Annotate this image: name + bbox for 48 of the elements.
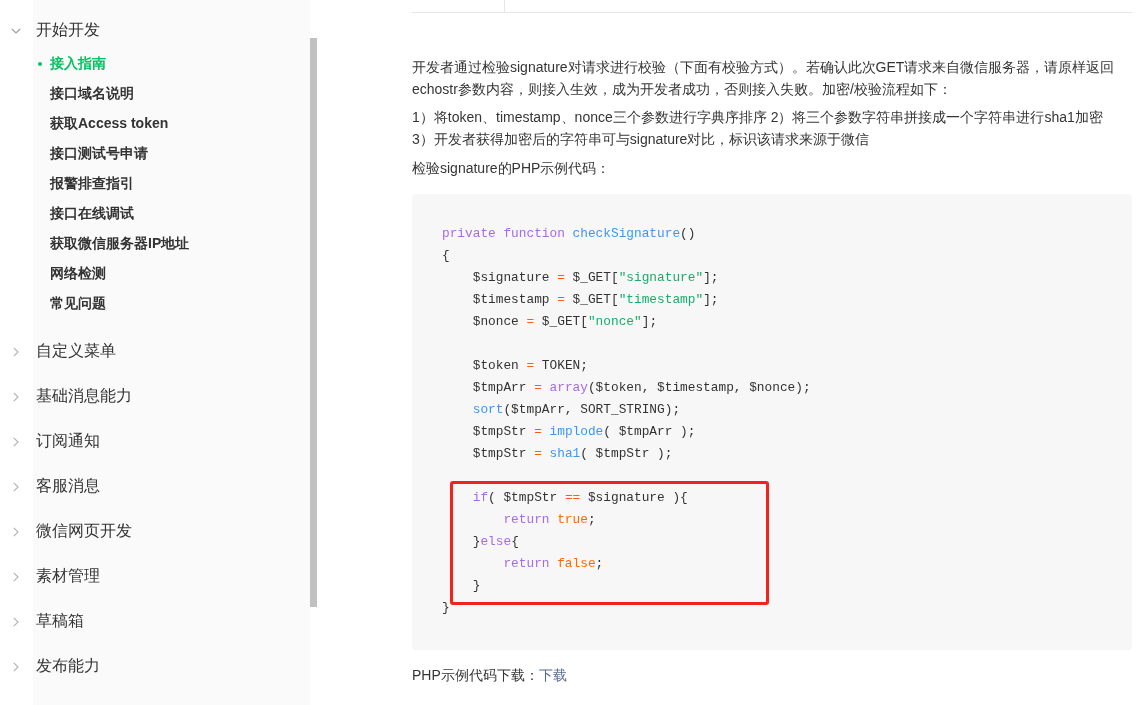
code-line: $tmpStr = implode( $tmpArr ); [472,424,696,439]
download-link[interactable]: 下载 [538,667,567,683]
nav-section[interactable]: 素材管理 [0,554,310,599]
chevron-down-icon [11,27,21,34]
nav-item[interactable]: 接口在线调试 [0,199,310,229]
chevron-right-icon [13,616,19,627]
chevron-right-icon [13,571,19,582]
code-line: return false; [503,556,604,571]
nav-item[interactable]: 接口测试号申请 [0,139,310,169]
nav-item[interactable]: 常见问题 [0,289,310,319]
nav-item[interactable]: 获取微信服务器IP地址 [0,229,310,259]
paragraph: 开发者通过检验signature对请求进行校验（下面有校验方式）。若确认此次GET请求来自微信服务器，请原样返回echostr参数内容，则接入生效，成为开发者成功，否则接入失败。加密/校验流程如下： [412,58,1116,99]
nav-section[interactable]: 基础消息能力 [0,374,310,419]
download-text: PHP示例代码下载：下载 [412,666,568,685]
nav-item[interactable]: 网络检测 [0,259,310,289]
nav-item[interactable]: 接口域名说明 [0,79,310,109]
code-line: $signature = $_GET["signature"]; [472,270,719,285]
nav-section[interactable]: 自定义菜单 [0,329,310,374]
code-line: $nonce = $_GET["nonce"]; [472,314,658,329]
code-line: $token = TOKEN; [472,358,588,373]
chevron-right-icon [13,526,19,537]
bullet-icon [38,62,42,66]
nav-section[interactable]: 订阅通知 [0,419,310,464]
chevron-right-icon [13,481,19,492]
code-line: return true; [503,512,596,527]
scrollbar-thumb[interactable] [310,38,317,607]
nav-item[interactable]: 获取Access token [0,109,310,139]
chevron-right-icon [13,661,19,672]
code-line: }else{ [472,534,519,549]
code-line: } [442,600,450,615]
code-line: if( $tmpStr == $signature ){ [472,490,688,505]
code-line: $tmpStr = sha1( $tmpStr ); [472,446,673,461]
paragraph: 1）将token、timestamp、nonce三个参数进行字典序排序 2）将三个参数字符串拼接成一个字符串进行sha1加密 3）开发者获得加密后的字符串可与signature对比，标识该请求来源于微信 [412,108,1104,149]
chevron-right-icon [13,346,19,357]
nav-section[interactable]: 发布能力 [0,644,310,689]
chevron-right-icon [13,436,19,447]
code-line: private function checkSignature() [442,226,696,241]
code-line: $tmpArr = array($token, $timestamp, $nonce); [472,380,811,395]
code-line: } [472,578,481,593]
nav-section[interactable]: 草稿箱 [0,599,310,644]
code-line: $timestamp = $_GET["timestamp"]; [472,292,719,307]
nav-section[interactable]: 客服消息 [0,464,310,509]
nav-item[interactable]: 报警排查指引 [0,169,310,199]
nav-section[interactable]: 微信网页开发 [0,509,310,554]
chevron-right-icon [13,391,19,402]
paragraph: 检验signature的PHP示例代码： [412,159,612,178]
code-line: sort($tmpArr, SORT_STRING); [472,402,681,417]
code-line: { [442,248,450,263]
